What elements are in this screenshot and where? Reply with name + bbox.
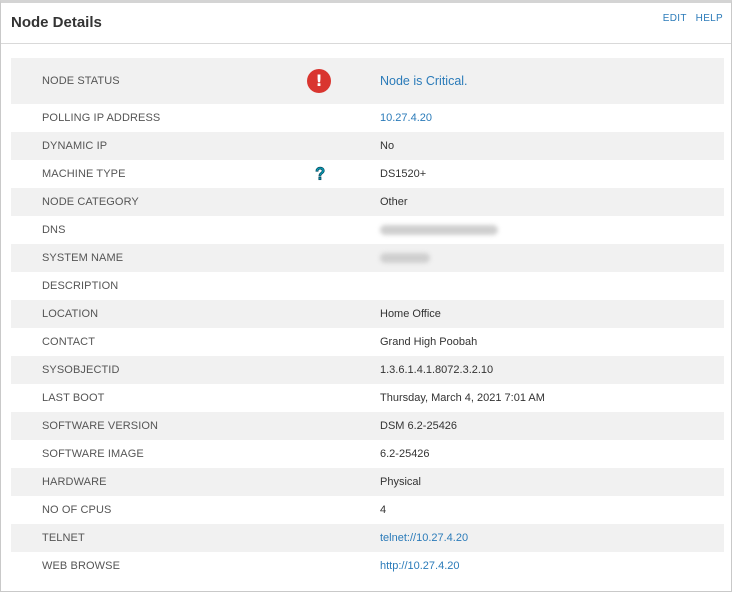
critical-status-icon: ! (307, 69, 331, 93)
row-value: Grand High Poobah (380, 336, 478, 348)
row-label: NODE CATEGORY (42, 196, 139, 208)
edit-link[interactable]: EDIT (663, 13, 687, 24)
row-label: CONTACT (42, 336, 96, 348)
table-row: NO OF CPUS 4 (11, 496, 724, 524)
row-label: MACHINE TYPE (42, 168, 126, 180)
table-row: LAST BOOT Thursday, March 4, 2021 7:01 AM (11, 384, 724, 412)
table-row: SOFTWARE VERSION DSM 6.2-25426 (11, 412, 724, 440)
row-label: NO OF CPUS (42, 504, 112, 516)
row-value: 4 (380, 504, 387, 516)
row-label: NODE STATUS (42, 75, 120, 87)
redacted-value (380, 224, 498, 236)
row-value: DSM 6.2-25426 (380, 420, 458, 432)
row-label: WEB BROWSE (42, 560, 121, 572)
row-value: Physical (380, 476, 421, 488)
row-label: HARDWARE (42, 476, 107, 488)
row-value-link[interactable]: http://10.27.4.20 (380, 560, 460, 572)
panel-title: Node Details (11, 14, 102, 31)
node-details-panel: Node Details EDIT HELP NODE STATUS ! Nod… (0, 0, 732, 592)
table-row: LOCATION Home Office (11, 300, 724, 328)
table-row: POLLING IP ADDRESS 10.27.4.20 (11, 104, 724, 132)
row-label: SOFTWARE IMAGE (42, 448, 144, 460)
node-status-value[interactable]: Node is Critical. (380, 74, 468, 88)
panel-header: Node Details EDIT HELP (1, 3, 731, 44)
row-value-link[interactable]: 10.27.4.20 (380, 112, 432, 124)
row-value: No (380, 140, 395, 152)
row-value: DS1520+ (380, 168, 427, 180)
row-label: LAST BOOT (42, 392, 105, 404)
row-value: Other (380, 196, 408, 208)
row-label: DNS (42, 224, 66, 236)
table-row: WEB BROWSE http://10.27.4.20 (11, 552, 724, 580)
header-links: EDIT HELP (657, 13, 723, 24)
table-row: TELNET telnet://10.27.4.20 (11, 524, 724, 552)
row-label: SOFTWARE VERSION (42, 420, 159, 432)
row-label: SYSTEM NAME (42, 252, 124, 264)
table-row-node-status: NODE STATUS ! Node is Critical. (11, 58, 724, 104)
row-label: DESCRIPTION (42, 280, 119, 292)
row-label: TELNET (42, 532, 85, 544)
table-row: NODE CATEGORY Other (11, 188, 724, 216)
row-value: Thursday, March 4, 2021 7:01 AM (380, 392, 545, 404)
table-row: SOFTWARE IMAGE 6.2-25426 (11, 440, 724, 468)
row-value: 6.2-25426 (380, 448, 430, 460)
table-row: DNS (11, 216, 724, 244)
redacted-value (380, 252, 430, 264)
table-row: HARDWARE Physical (11, 468, 724, 496)
help-question-icon[interactable] (311, 165, 329, 183)
table-row: SYSTEM NAME (11, 244, 724, 272)
table-row: MACHINE TYPE DS1520+ (11, 160, 724, 188)
help-link[interactable]: HELP (696, 13, 723, 24)
table-row: DYNAMIC IP No (11, 132, 724, 160)
row-label: DYNAMIC IP (42, 140, 108, 152)
row-label: LOCATION (42, 308, 99, 320)
table-row: CONTACT Grand High Poobah (11, 328, 724, 356)
row-value: 1.3.6.1.4.1.8072.3.2.10 (380, 364, 494, 376)
row-label: SYSOBJECTID (42, 364, 120, 376)
row-label: POLLING IP ADDRESS (42, 112, 161, 124)
table-row: DESCRIPTION (11, 272, 724, 300)
row-value-link[interactable]: telnet://10.27.4.20 (380, 532, 468, 544)
table-row: SYSOBJECTID 1.3.6.1.4.1.8072.3.2.10 (11, 356, 724, 384)
row-value: Home Office (380, 308, 441, 320)
details-table: NODE STATUS ! Node is Critical. POLLING … (11, 58, 724, 580)
